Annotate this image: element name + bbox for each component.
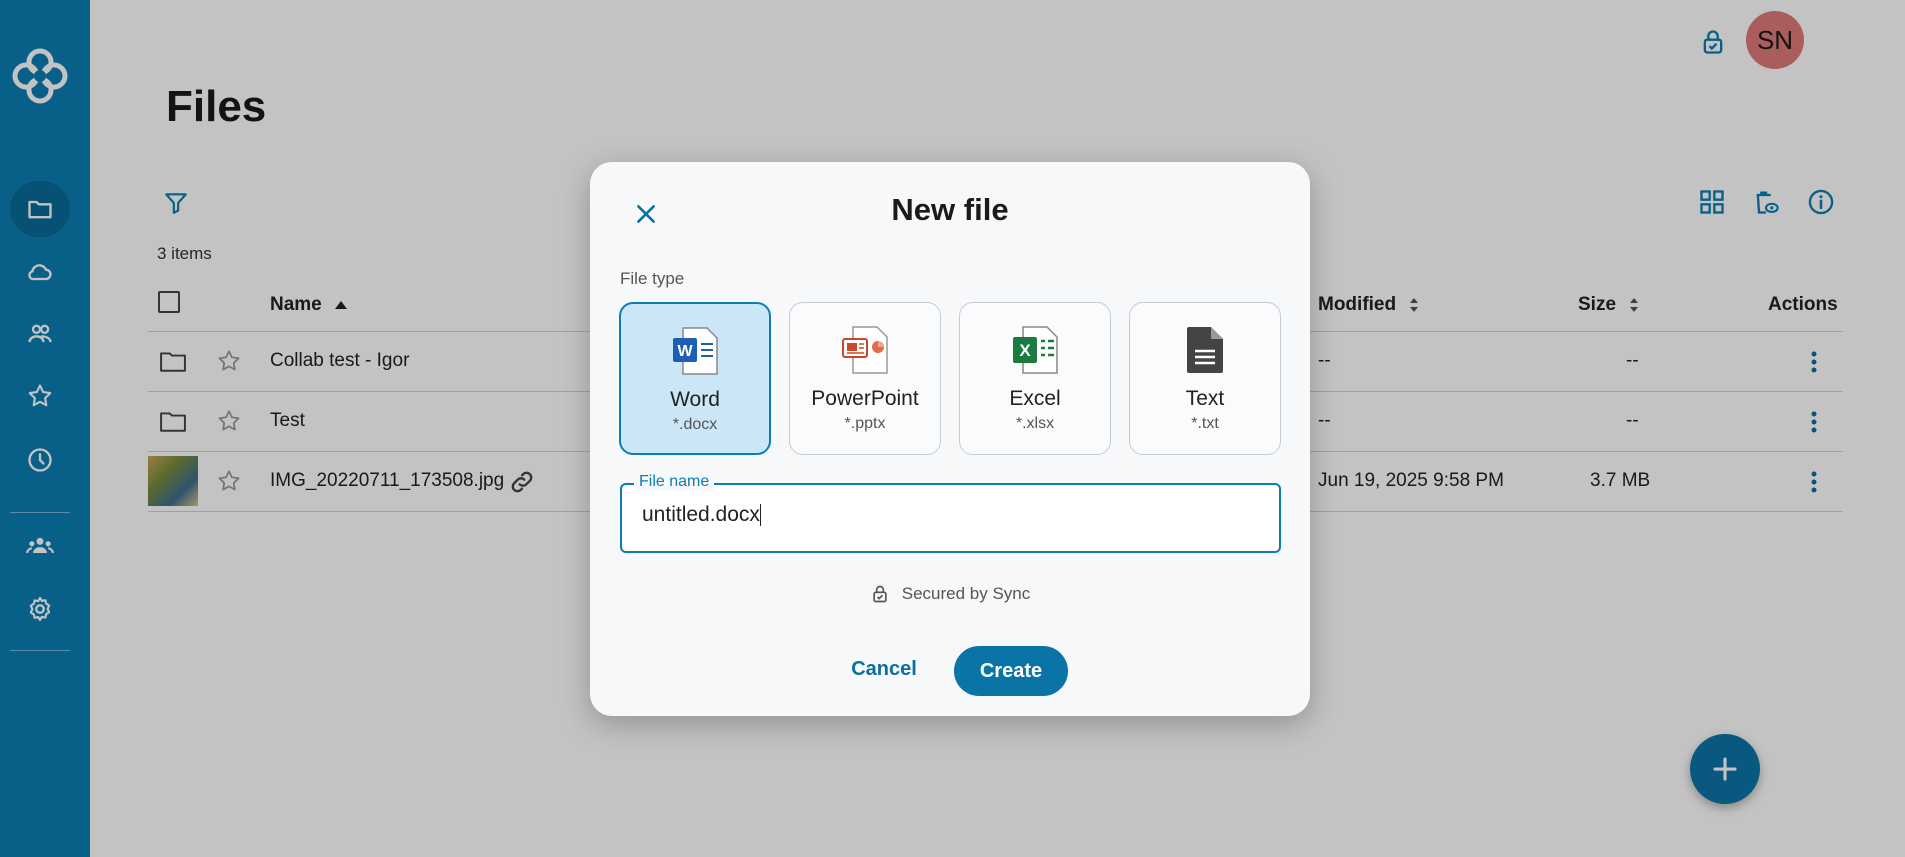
secured-notice: Secured by Sync — [590, 584, 1310, 604]
file-type-word[interactable]: W Word *.docx — [619, 302, 771, 455]
cancel-button[interactable]: Cancel — [844, 644, 924, 694]
file-type-ext: *.txt — [1191, 415, 1219, 432]
text-file-icon — [1187, 327, 1223, 373]
file-name-input[interactable]: untitled.docx — [642, 503, 1242, 527]
lock-check-icon — [873, 585, 887, 603]
file-type-powerpoint[interactable]: PowerPoint *.pptx — [789, 302, 941, 455]
new-file-dialog: New file File type W Word *.docx PowerPo… — [590, 162, 1310, 716]
file-type-name: PowerPoint — [811, 387, 919, 410]
file-type-excel[interactable]: X Excel *.xlsx — [959, 302, 1111, 455]
dialog-title: New file — [891, 192, 1009, 227]
word-icon: W — [673, 327, 718, 375]
file-name-label: File name — [634, 473, 715, 491]
file-type-label: File type — [620, 269, 685, 288]
file-type-ext: *.docx — [672, 416, 718, 433]
file-name-field[interactable]: File name untitled.docx — [620, 473, 1281, 553]
excel-icon: X — [1013, 326, 1058, 374]
svg-text:X: X — [1019, 341, 1031, 360]
file-type-name: Text — [1185, 387, 1225, 410]
file-type-ext: *.pptx — [844, 415, 886, 432]
file-type-name: Excel — [1009, 387, 1061, 410]
powerpoint-icon — [842, 326, 888, 374]
file-type-name: Word — [670, 388, 720, 411]
create-button[interactable]: Create — [954, 646, 1068, 696]
text-caret — [759, 504, 761, 527]
file-type-ext: *.xlsx — [1015, 415, 1055, 432]
svg-text:W: W — [677, 343, 693, 360]
file-type-text[interactable]: Text *.txt — [1129, 302, 1281, 455]
